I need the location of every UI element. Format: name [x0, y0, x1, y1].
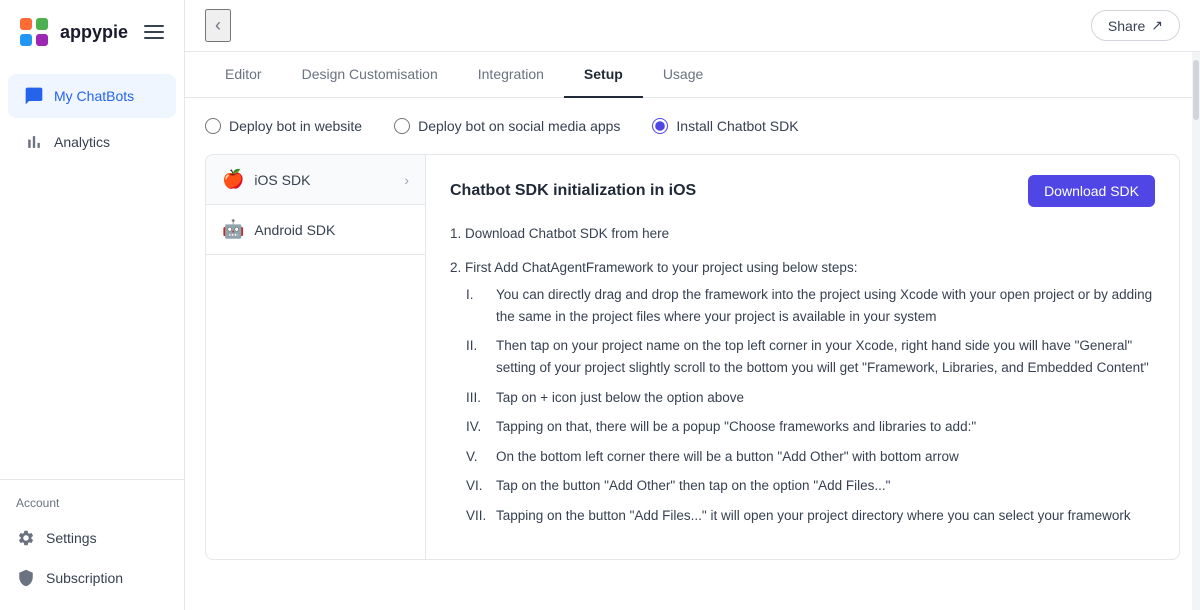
step-2-text: First Add ChatAgentFramework to your pro…	[465, 260, 857, 275]
sub-step-iv-num: IV.	[466, 416, 490, 438]
sdk-item-android[interactable]: 🤖 Android SDK	[206, 205, 425, 255]
radio-deploy-social[interactable]: Deploy bot on social media apps	[394, 118, 620, 134]
chatbot-icon	[24, 86, 44, 106]
content-area: Deploy bot in website Deploy bot on soci…	[185, 98, 1200, 610]
hamburger-button[interactable]	[140, 21, 168, 43]
sub-step-i-num: I.	[466, 284, 490, 327]
android-sdk-label: Android SDK	[254, 222, 335, 238]
tab-editor[interactable]: Editor	[205, 52, 282, 98]
subscription-icon	[16, 568, 36, 588]
sub-step-v-num: V.	[466, 446, 490, 468]
step-2-num: 2.	[450, 260, 465, 275]
back-button[interactable]: ‹	[205, 9, 231, 42]
radio-install-sdk-input[interactable]	[652, 118, 668, 134]
sidebar-item-analytics[interactable]: Analytics	[8, 120, 176, 164]
sdk-steps: 1. Download Chatbot SDK from here 2. Fir…	[450, 223, 1155, 527]
radio-deploy-website-input[interactable]	[205, 118, 221, 134]
sdk-content-header: Chatbot SDK initialization in iOS Downlo…	[450, 175, 1155, 207]
ios-icon: 🍎	[222, 169, 244, 190]
sdk-item-ios[interactable]: 🍎 iOS SDK ›	[206, 155, 425, 205]
sub-step-ii-text: Then tap on your project name on the top…	[496, 335, 1155, 378]
sub-step-ii: II. Then tap on your project name on the…	[466, 335, 1155, 378]
scrollbar[interactable]	[1192, 52, 1200, 610]
sdk-panel: 🍎 iOS SDK › 🤖 Android SDK Chatbot SDK in…	[205, 154, 1180, 560]
sdk-content: Chatbot SDK initialization in iOS Downlo…	[426, 155, 1179, 559]
share-label: Share	[1108, 18, 1145, 34]
sub-step-iii: III. Tap on + icon just below the option…	[466, 387, 1155, 409]
ios-sdk-label: iOS SDK	[254, 172, 310, 188]
sidebar-nav: My ChatBots Analytics	[0, 64, 184, 479]
share-button[interactable]: Share ↗	[1091, 10, 1180, 41]
sub-step-iii-text: Tap on + icon just below the option abov…	[496, 387, 744, 409]
deploy-options: Deploy bot in website Deploy bot on soci…	[205, 118, 1180, 134]
appypie-logo	[16, 14, 52, 50]
sub-step-v-text: On the bottom left corner there will be …	[496, 446, 959, 468]
radio-deploy-website[interactable]: Deploy bot in website	[205, 118, 362, 134]
tab-setup[interactable]: Setup	[564, 52, 643, 98]
logo-area: appypie	[0, 0, 184, 64]
subscription-label: Subscription	[46, 570, 123, 586]
settings-icon	[16, 528, 36, 548]
tab-design-customisation[interactable]: Design Customisation	[282, 52, 458, 98]
sub-steps-list: I. You can directly drag and drop the fr…	[450, 284, 1155, 526]
sub-step-i-text: You can directly drag and drop the frame…	[496, 284, 1155, 327]
sidebar: appypie My ChatBots Analytics Account	[0, 0, 185, 610]
sub-step-iv: IV. Tapping on that, there will be a pop…	[466, 416, 1155, 438]
sidebar-item-settings[interactable]: Settings	[0, 518, 184, 558]
download-sdk-button[interactable]: Download SDK	[1028, 175, 1155, 207]
sub-step-i: I. You can directly drag and drop the fr…	[466, 284, 1155, 327]
sub-step-vii-text: Tapping on the button "Add Files..." it …	[496, 505, 1131, 527]
step-1-text: Download Chatbot SDK from here	[465, 226, 669, 241]
sub-step-iv-text: Tapping on that, there will be a popup "…	[496, 416, 976, 438]
tab-integration[interactable]: Integration	[458, 52, 564, 98]
step-2-header: 2. First Add ChatAgentFramework to your …	[450, 257, 1155, 279]
sub-step-iii-num: III.	[466, 387, 490, 409]
settings-label: Settings	[46, 530, 97, 546]
sidebar-item-label-chatbots: My ChatBots	[54, 88, 134, 104]
sub-step-vi-num: VI.	[466, 475, 490, 497]
logo-label: appypie	[60, 22, 128, 43]
sub-step-vii-num: VII.	[466, 505, 490, 527]
main-header: ‹ Share ↗	[185, 0, 1200, 52]
sub-step-vi: VI. Tap on the button "Add Other" then t…	[466, 475, 1155, 497]
analytics-icon	[24, 132, 44, 152]
step-2: 2. First Add ChatAgentFramework to your …	[450, 257, 1155, 527]
android-icon: 🤖	[222, 219, 244, 240]
step-1: 1. Download Chatbot SDK from here	[450, 223, 1155, 245]
radio-deploy-social-label: Deploy bot on social media apps	[418, 118, 620, 134]
sub-step-vii: VII. Tapping on the button "Add Files...…	[466, 505, 1155, 527]
sdk-content-title: Chatbot SDK initialization in iOS	[450, 182, 696, 200]
tabs-bar: Editor Design Customisation Integration …	[185, 52, 1200, 98]
sub-step-vi-text: Tap on the button "Add Other" then tap o…	[496, 475, 890, 497]
radio-deploy-social-input[interactable]	[394, 118, 410, 134]
sdk-sidebar: 🍎 iOS SDK › 🤖 Android SDK	[206, 155, 426, 559]
radio-deploy-website-label: Deploy bot in website	[229, 118, 362, 134]
tab-usage[interactable]: Usage	[643, 52, 723, 98]
radio-install-sdk[interactable]: Install Chatbot SDK	[652, 118, 798, 134]
share-icon: ↗	[1151, 17, 1163, 34]
sidebar-item-label-analytics: Analytics	[54, 134, 110, 150]
sidebar-item-subscription[interactable]: Subscription	[0, 558, 184, 598]
sub-step-v: V. On the bottom left corner there will …	[466, 446, 1155, 468]
sub-step-ii-num: II.	[466, 335, 490, 378]
radio-install-sdk-label: Install Chatbot SDK	[676, 118, 798, 134]
step-1-num: 1.	[450, 226, 465, 241]
sidebar-bottom: Account Settings Subscription	[0, 479, 184, 610]
account-label: Account	[0, 492, 184, 518]
scroll-thumb	[1193, 60, 1199, 120]
ios-chevron-icon: ›	[404, 172, 409, 188]
sidebar-item-my-chatbots[interactable]: My ChatBots	[8, 74, 176, 118]
main-area: ‹ Share ↗ Editor Design Customisation In…	[185, 0, 1200, 610]
